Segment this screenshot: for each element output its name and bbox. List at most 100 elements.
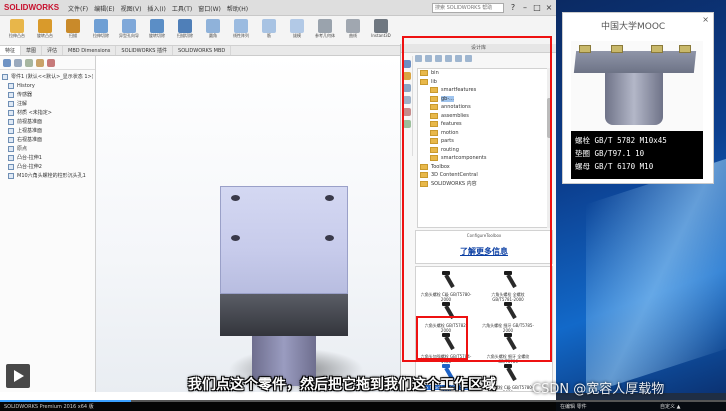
- tool-button[interactable]: 拉伸切除: [88, 18, 114, 44]
- feature-tree-item[interactable]: 前视基准面: [2, 117, 93, 126]
- hole-marker[interactable]: [325, 235, 334, 241]
- tool-button[interactable]: 拉伸凸台: [4, 18, 30, 44]
- feature-tree-item[interactable]: 凸台-拉伸1: [2, 153, 93, 162]
- hole-marker[interactable]: [325, 195, 334, 201]
- menu-tools[interactable]: 工具(T): [172, 4, 192, 13]
- library-tree-item[interactable]: assemblies: [418, 112, 548, 121]
- solidworks-resources-icon[interactable]: [403, 60, 411, 68]
- tool-button[interactable]: 异型孔向导: [116, 18, 142, 44]
- feature-tree-item[interactable]: 凸台-拉伸2: [2, 162, 93, 171]
- tab-features[interactable]: 特征: [0, 46, 22, 55]
- create-folder-icon[interactable]: [455, 55, 462, 62]
- tool-button[interactable]: 参考几何体: [312, 18, 338, 44]
- library-tree-item[interactable]: lib: [418, 78, 548, 87]
- toolbox-part-item[interactable]: 六角头螺栓 GB/T5782-2000: [420, 302, 472, 333]
- menu-insert[interactable]: 插入(I): [147, 4, 165, 13]
- library-tree-item[interactable]: 3D ContentCentral: [418, 171, 548, 180]
- tab-mbd-dimensions[interactable]: MBD Dimensions: [63, 46, 117, 55]
- library-tree-item[interactable]: annotations: [418, 103, 548, 112]
- feature-tree-item[interactable]: History: [2, 81, 93, 90]
- featuremanager-icon[interactable]: [3, 59, 11, 67]
- add-file-location-icon[interactable]: [445, 55, 452, 62]
- menu-window[interactable]: 窗口(W): [198, 4, 221, 13]
- menu-help[interactable]: 帮助(H): [227, 4, 248, 13]
- library-tree-item[interactable]: gb-...: [418, 95, 548, 104]
- play-button[interactable]: [6, 364, 30, 388]
- tool-button[interactable]: 筋: [256, 18, 282, 44]
- tool-button[interactable]: 旋转凸台: [32, 18, 58, 44]
- video-progress-bar[interactable]: SOLIDWORKS Premium 2016 x64 版 在编辑 零件 自定义…: [0, 400, 726, 411]
- feature-tree-item[interactable]: 传感器: [2, 90, 93, 99]
- tab-addins[interactable]: SOLIDWORKS 插件: [116, 46, 174, 55]
- display-icon[interactable]: [47, 59, 55, 67]
- part-flange-side[interactable]: [220, 294, 348, 336]
- feature-tree-item[interactable]: 注解: [2, 99, 93, 108]
- tool-button[interactable]: 圆角: [200, 18, 226, 44]
- feature-tree-item[interactable]: 材质 <未指定>: [2, 108, 93, 117]
- desktop-background: × 中国大学MOOC 螺栓 GB/T 5782 M10x45 垫圈 GB/T97…: [556, 0, 726, 411]
- tree-scrollbar[interactable]: [547, 68, 552, 228]
- toolbox-part-item[interactable]: 六角头螺栓 细牙 GB/T5785-2000: [482, 302, 534, 333]
- feature-tree-item[interactable]: 上视基准面: [2, 126, 93, 135]
- tool-label: 筋: [267, 33, 271, 38]
- feature-tree-item[interactable]: M10六角头螺栓的柱形沉头孔1: [2, 171, 93, 180]
- tree-scroll-thumb[interactable]: [547, 98, 552, 138]
- help-icon[interactable]: ?: [508, 2, 518, 13]
- back-icon[interactable]: [415, 55, 422, 62]
- library-tree-item[interactable]: smartcomponents: [418, 154, 548, 163]
- menu-file[interactable]: 文件(F): [68, 4, 88, 13]
- custom-properties-icon[interactable]: [403, 120, 411, 128]
- configure-toolbox-link[interactable]: ConfigureToolbox: [416, 233, 552, 238]
- status-custom[interactable]: 自定义 ▲: [660, 403, 680, 410]
- forward-icon[interactable]: [425, 55, 432, 62]
- toolbox-part-item[interactable]: 六角头螺栓 C级 GB/T5780-2000: [420, 271, 472, 302]
- tool-button[interactable]: 拔模: [284, 18, 310, 44]
- graphics-area[interactable]: [96, 56, 400, 392]
- toolbox-part-item[interactable]: 六角头螺栓 细牙 全螺纹 GB/T5786: [482, 333, 534, 364]
- toolbox-part-item[interactable]: 六角头螺栓 全螺纹 GB/T5781-2000: [482, 271, 534, 302]
- help-search-input[interactable]: 搜索 SOLIDWORKS 帮助: [432, 3, 504, 13]
- tool-button[interactable]: 扫描: [60, 18, 86, 44]
- library-tree-item[interactable]: Toolbox: [418, 163, 548, 172]
- close-icon[interactable]: ×: [702, 15, 709, 24]
- toolbox-part-item[interactable]: 六角头加强螺栓 GB/T5784-1986: [420, 333, 472, 364]
- library-tree-item[interactable]: parts: [418, 137, 548, 146]
- tool-button[interactable]: 扫描切除: [172, 18, 198, 44]
- feature-tree-item[interactable]: 原点: [2, 144, 93, 153]
- add-to-library-icon[interactable]: [435, 55, 442, 62]
- library-tree-label: parts: [441, 138, 454, 145]
- view-palette-icon[interactable]: [403, 96, 411, 104]
- learn-more-link[interactable]: 了解更多信息: [416, 246, 552, 257]
- tool-button[interactable]: 曲线: [340, 18, 366, 44]
- design-library-panel: 设计库 bin lib smartfeatures gb-... annotations…: [400, 44, 556, 392]
- maximize-button[interactable]: □: [532, 2, 542, 13]
- close-button[interactable]: ×: [544, 2, 554, 13]
- design-library-icon[interactable]: [403, 72, 411, 80]
- refresh-icon[interactable]: [465, 55, 472, 62]
- appearances-icon[interactable]: [403, 108, 411, 116]
- library-tree-item[interactable]: routing: [418, 146, 548, 155]
- minimize-button[interactable]: –: [520, 2, 530, 13]
- menu-edit[interactable]: 编辑(E): [94, 4, 114, 13]
- tool-button[interactable]: 线性阵列: [228, 18, 254, 44]
- library-tree-item[interactable]: motion: [418, 129, 548, 138]
- feature-tree-item[interactable]: 右视基准面: [2, 135, 93, 144]
- library-tree-item[interactable]: SOLIDWORKS 内容: [418, 180, 548, 189]
- dimxpert-icon[interactable]: [36, 59, 44, 67]
- file-explorer-icon[interactable]: [403, 84, 411, 92]
- library-tree-item[interactable]: features: [418, 120, 548, 129]
- part-flange-top[interactable]: [220, 186, 348, 294]
- propertymanager-icon[interactable]: [14, 59, 22, 67]
- hole-marker[interactable]: [231, 195, 240, 201]
- tool-button[interactable]: Instant3D: [368, 18, 394, 44]
- tab-evaluate[interactable]: 评估: [42, 46, 64, 55]
- library-tree-item[interactable]: bin: [418, 69, 548, 78]
- tab-mbd[interactable]: SOLIDWORKS MBD: [173, 46, 232, 55]
- hole-marker[interactable]: [231, 235, 240, 241]
- menu-view[interactable]: 视图(V): [121, 4, 142, 13]
- feature-tree-item[interactable]: 零件1 (默认<<默认>_显示状态 1>): [2, 72, 93, 81]
- tab-sketch[interactable]: 草图: [21, 46, 43, 55]
- configuration-icon[interactable]: [25, 59, 33, 67]
- tool-button[interactable]: 旋转切除: [144, 18, 170, 44]
- library-tree-item[interactable]: smartfeatures: [418, 86, 548, 95]
